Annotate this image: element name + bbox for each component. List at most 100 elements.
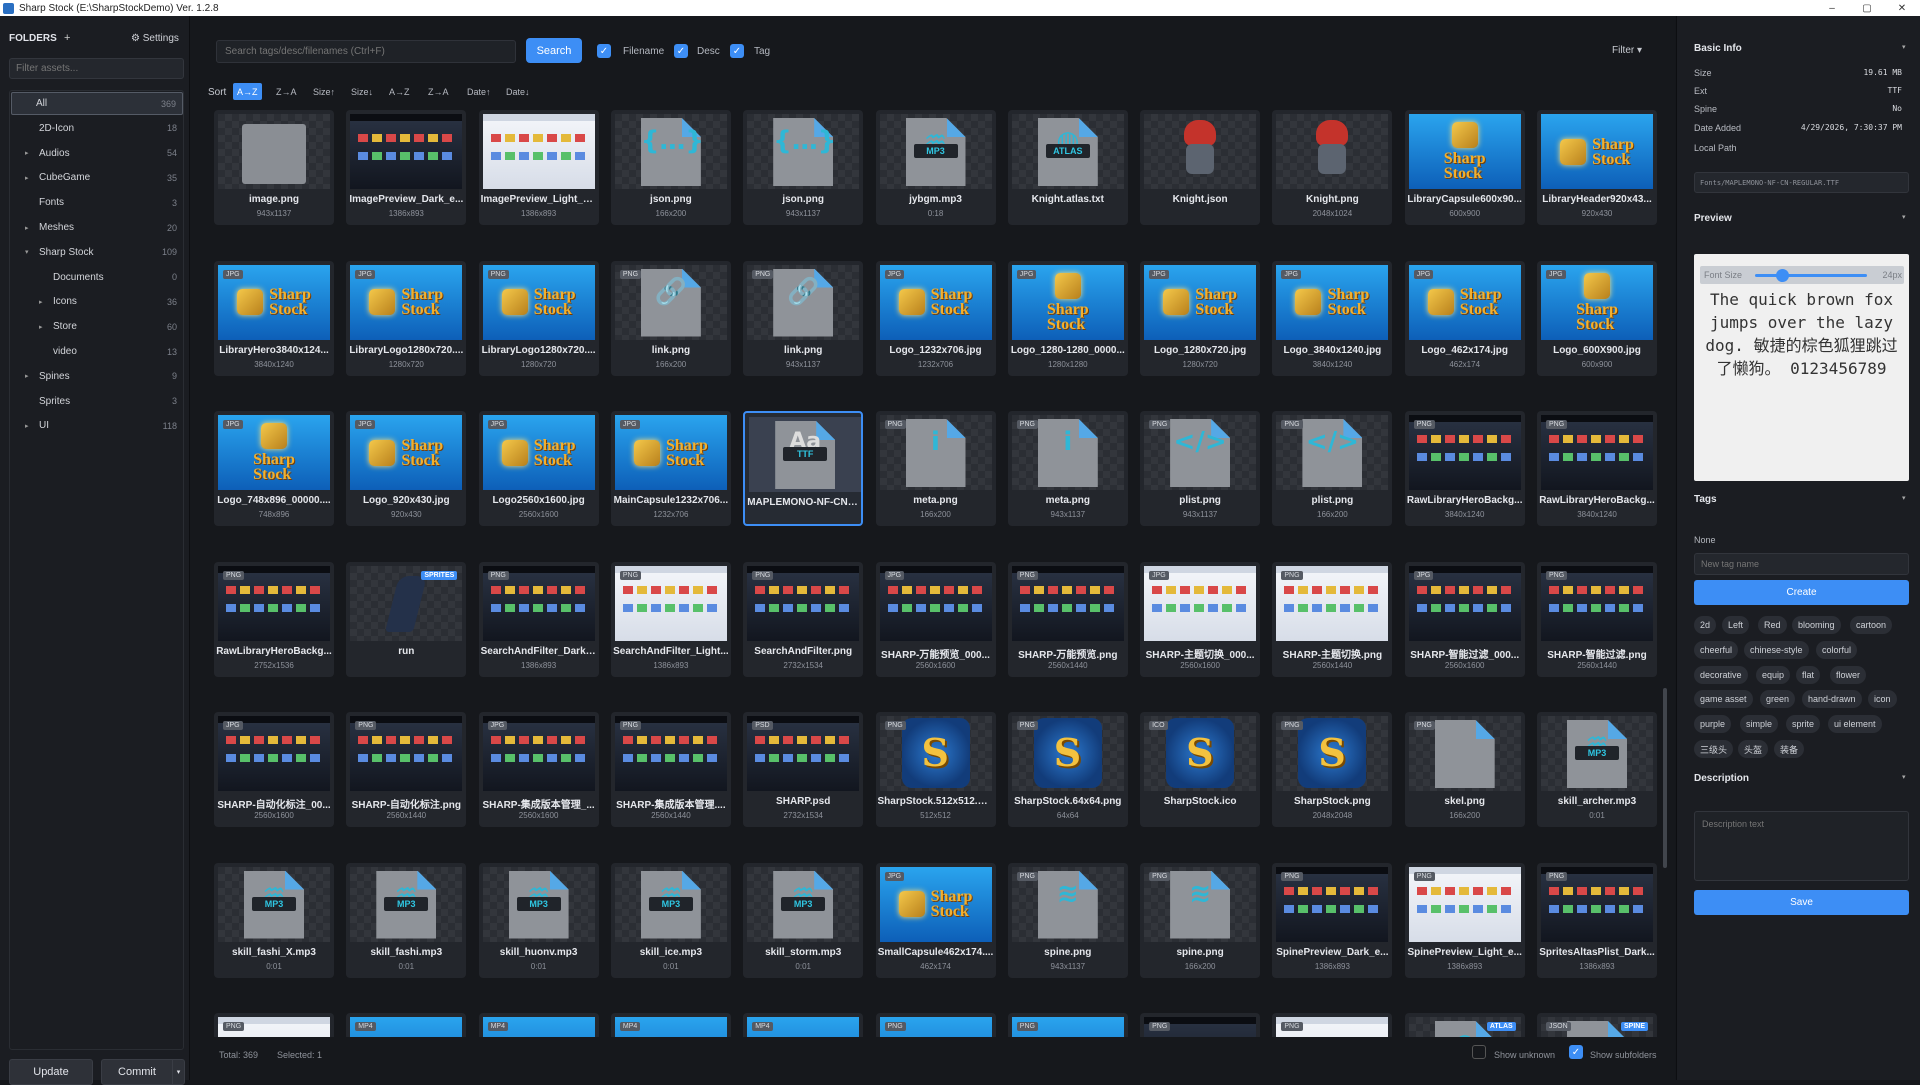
tag-chip[interactable]: icon [1868, 690, 1897, 709]
asset-card[interactable]: {…} json.png 943x1137 [743, 110, 864, 225]
preview-collapse-icon[interactable]: ▾ [1902, 213, 1906, 221]
tag-chip[interactable]: game asset [1694, 690, 1753, 709]
description-textarea[interactable] [1694, 811, 1909, 881]
asset-card[interactable]: JPG SHARP-自动化标注_00... 2560x1600 [214, 712, 334, 827]
asset-card[interactable]: ♒ MP3 skill_archer.mp3 0:01 [1537, 712, 1657, 827]
asset-card[interactable]: ≋ PNG spine.png 943x1137 [1007, 862, 1128, 978]
asset-card[interactable]: Sharp Stock JPG Logo_1280x720.jpg 1280x720 [1140, 260, 1261, 376]
asset-card[interactable]: ICO SharpStock.ico [1140, 712, 1261, 827]
asset-card[interactable]: 🔗 PNG link.png 166x200 [610, 260, 731, 376]
sort-option-0[interactable]: A→Z [233, 83, 262, 100]
asset-card[interactable]: JPG SHARP-万能预览_000... 2560x1600 [875, 561, 996, 677]
caret-icon[interactable]: ▸ [39, 323, 43, 331]
tag-chip[interactable]: simple [1740, 715, 1779, 734]
asset-card[interactable]: ♒ MP3 skill_huonv.mp3 0:01 [478, 862, 599, 978]
asset-card[interactable]: PNG SpinePreview_Light_e... 1386x893 [1404, 862, 1525, 978]
asset-card[interactable]: JPG SHARP-智能过滤_000... 2560x1600 [1404, 561, 1525, 677]
asset-card[interactable]: i PNG meta.png 943x1137 [1007, 411, 1128, 526]
folder-item-all[interactable]: All 369 [11, 92, 183, 115]
update-button[interactable]: Update [9, 1059, 93, 1085]
asset-card[interactable]: Sharp Stock JPG Logo_3840x1240.jpg 3840x1240 [1272, 260, 1393, 376]
folder-item-icons[interactable]: ▸ Icons 36 [11, 290, 183, 313]
description-collapse-icon[interactable]: ▾ [1902, 773, 1906, 781]
folder-item-audios[interactable]: ▸ Audios 54 [11, 142, 183, 165]
asset-card[interactable]: PNG SHARP-自动化标注.png 2560x1440 [346, 712, 467, 827]
caret-icon[interactable]: ▸ [25, 149, 29, 157]
asset-card[interactable]: Sharp Stock JPG Logo_1232x706.jpg 1232x706 [875, 260, 996, 376]
asset-card[interactable]: Sharp Stock JPG LibraryHero3840x124... 3840x… [214, 260, 334, 376]
asset-card[interactable]: Sharp Stock JPG SmallCapsule462x174.... 462x… [875, 862, 996, 978]
settings-button[interactable]: ⚙ Settings [131, 33, 179, 44]
asset-card[interactable]: </> PNG plist.png 166x200 [1272, 411, 1393, 526]
asset-card[interactable]: Sharp Stock JPG Logo_462x174.jpg 462x174 [1404, 260, 1525, 376]
tag-chip[interactable]: ui element [1828, 715, 1882, 734]
new-tag-input[interactable] [1694, 553, 1909, 575]
asset-card[interactable]: PNG SpinePreview_Dark_e... 1386x893 [1272, 862, 1393, 978]
asset-card[interactable]: PNG [214, 1013, 334, 1037]
asset-card[interactable]: PNG RawLibraryHeroBackg... 3840x1240 [1537, 411, 1657, 526]
asset-card[interactable]: PNG SharpStock.64x64.png 64x64 [1007, 712, 1128, 827]
close-button[interactable]: ✕ [1885, 0, 1919, 16]
asset-card[interactable]: ♒ MP3 skill_storm.mp3 0:01 [743, 862, 864, 978]
asset-card[interactable]: ♒ MP3 jybgm.mp3 0:18 [875, 110, 996, 225]
search-input[interactable] [216, 40, 516, 63]
asset-card[interactable]: PNG [1272, 1013, 1393, 1037]
folder-item-cubegame[interactable]: ▸ CubeGame 35 [11, 166, 183, 189]
asset-card[interactable]: SharpStockPNG [875, 1013, 996, 1037]
sort-option-3[interactable]: Size↓ [347, 83, 377, 100]
tag-chip[interactable]: Left [1722, 616, 1750, 634]
asset-card[interactable]: SPRITES run [346, 561, 467, 677]
asset-card[interactable]: SharpStockMP4 [610, 1013, 731, 1037]
add-folder-button[interactable]: + [64, 32, 70, 44]
folder-item-video[interactable]: video 13 [11, 340, 183, 363]
caret-icon[interactable]: ▸ [39, 298, 43, 306]
show-subfolders-checkbox[interactable]: ✓ [1569, 1045, 1583, 1059]
asset-card[interactable]: Knight.png 2048x1024 [1272, 110, 1393, 225]
asset-card[interactable]: Sharp Stock LibraryCapsule600x90... 600x900 [1404, 110, 1525, 225]
caret-icon[interactable]: ▸ [25, 174, 29, 182]
asset-card[interactable]: SharpStockMP4 [346, 1013, 467, 1037]
asset-card[interactable]: PNG RawLibraryHeroBackg... 3840x1240 [1404, 411, 1525, 526]
tag-chip[interactable]: sprite [1786, 715, 1821, 734]
asset-card[interactable]: ◍ATLAS [1404, 1013, 1525, 1037]
asset-card[interactable]: 🔗 PNG link.png 943x1137 [743, 260, 864, 376]
asset-card[interactable]: JPG SHARP-主题切换_000... 2560x1600 [1140, 561, 1261, 677]
caret-icon[interactable]: ▸ [25, 422, 29, 430]
tags-collapse-icon[interactable]: ▾ [1902, 494, 1906, 502]
asset-card[interactable]: SharpStockMP4 [743, 1013, 864, 1037]
grid-scrollbar[interactable] [1663, 688, 1667, 868]
folder-item-2d-icon[interactable]: 2D-Icon 18 [11, 117, 183, 140]
tag-chip[interactable]: flat [1796, 665, 1821, 684]
asset-card[interactable]: PNG SharpStock.512x512.png 512x512 [875, 712, 996, 827]
asset-card[interactable]: Sharp Stock JPG Logo_920x430.jpg 920x430 [346, 411, 467, 526]
tag-chip[interactable]: decorative [1694, 665, 1748, 684]
folder-item-spines[interactable]: ▸ Spines 9 [11, 365, 183, 388]
font-size-slider[interactable] [1755, 274, 1867, 277]
asset-card[interactable]: ♒ MP3 skill_fashi_X.mp3 0:01 [214, 862, 334, 978]
tag-chip[interactable]: colorful [1816, 640, 1858, 659]
asset-card[interactable]: PNG SHARP-集成版本管理.... 2560x1440 [610, 712, 731, 827]
asset-card[interactable]: </> PNG plist.png 943x1137 [1140, 411, 1261, 526]
asset-card[interactable]: PNG SHARP-万能预览.png 2560x1440 [1007, 561, 1128, 677]
tag-chip[interactable]: blooming [1792, 616, 1841, 634]
sort-option-5[interactable]: Z→A [424, 83, 453, 100]
asset-card[interactable]: PNG SHARP-智能过滤.png 2560x1440 [1537, 561, 1657, 677]
folder-item-fonts[interactable]: Fonts 3 [11, 191, 183, 214]
asset-card[interactable]: JPG SHARP-集成版本管理_... 2560x1600 [478, 712, 599, 827]
asset-card[interactable]: Sharp Stock JPG Logo_1280-1280_0000... 1280x… [1007, 260, 1128, 376]
folder-item-store[interactable]: ▸ Store 60 [11, 315, 183, 338]
commit-button[interactable]: Commit [101, 1059, 173, 1085]
save-description-button[interactable]: Save [1694, 890, 1909, 915]
asset-card[interactable]: ♒ MP3 skill_fashi.mp3 0:01 [346, 862, 467, 978]
asset-card[interactable]: PNG SearchAndFilter_Light... 1386x893 [610, 561, 731, 677]
asset-card[interactable]: Sharp Stock JPG Logo_748x896_00000.... 748x8… [214, 411, 334, 526]
sort-option-1[interactable]: Z→A [272, 83, 301, 100]
folder-item-ui[interactable]: ▸ UI 118 [11, 414, 183, 437]
minimize-button[interactable]: – [1815, 0, 1849, 16]
asset-card[interactable]: Aa TTF MAPLEMONO-NF-CN-... [743, 411, 864, 526]
tag-chip[interactable]: hand-drawn [1802, 690, 1862, 709]
asset-card[interactable]: PNG SharpStock.png 2048x2048 [1272, 712, 1393, 827]
create-tag-button[interactable]: Create [1694, 580, 1909, 605]
local-path-field[interactable]: Fonts/MAPLEMONO-NF-CN-REGULAR.TTF [1694, 172, 1909, 193]
asset-card[interactable]: ImagePreview_Light_e... 1386x893 [478, 110, 599, 225]
